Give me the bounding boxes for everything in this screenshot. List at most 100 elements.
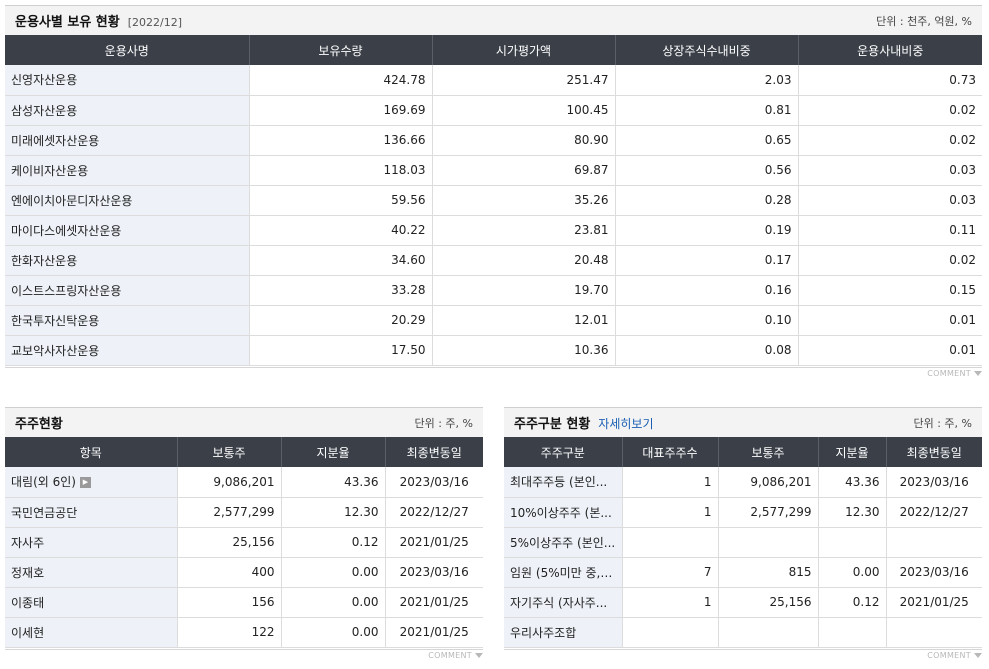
- table-cell: 25,156: [177, 527, 282, 558]
- row-label: 최대주주등 (본인...: [504, 467, 623, 498]
- table-cell: [818, 527, 887, 558]
- table-cell: 7: [622, 557, 719, 588]
- table-cell: 0.19: [615, 215, 799, 246]
- chevron-down-icon: [475, 653, 483, 658]
- column-header: 최종변동일: [385, 437, 483, 467]
- table-cell: 19.70: [432, 275, 616, 306]
- table-cell: 0.16: [615, 275, 799, 306]
- fund-comment-label: COMMENT: [927, 369, 971, 378]
- table-row: 케이비자산운용 118.03 69.87 0.56 0.03: [5, 155, 982, 186]
- table-cell: 0.03: [798, 155, 982, 186]
- column-header: 상장주식수내비중: [615, 35, 799, 65]
- row-label: 국민연금공단: [5, 497, 178, 528]
- table-cell: 0.12: [818, 587, 887, 618]
- row-label: 5%이상주주 (본인...: [504, 527, 623, 558]
- table-row: 마이다스에셋자산운용 40.22 23.81 0.19 0.11: [5, 215, 982, 246]
- table-cell: [886, 617, 982, 648]
- table-cell: 0.81: [615, 95, 799, 126]
- row-label-text: 교보악사자산운용: [11, 343, 100, 358]
- table-cell: 0.10: [615, 305, 799, 336]
- table-cell: 2021/01/25: [385, 587, 483, 618]
- table-cell: 0.03: [798, 185, 982, 216]
- column-header: 항목: [5, 437, 178, 467]
- row-label: 임원 (5%미만 중, ...: [504, 557, 623, 588]
- chevron-down-icon: [974, 653, 982, 658]
- table-cell: 0.15: [798, 275, 982, 306]
- column-header: 운용사내비중: [798, 35, 982, 65]
- row-label: 이세현: [5, 617, 178, 648]
- table-cell: 25,156: [718, 587, 819, 618]
- table-cell: 2023/03/16: [385, 467, 483, 498]
- table-cell: [718, 527, 819, 558]
- fund-section-header: 운용사별 보유 현황 [2022/12] 단위 : 천주, 억원, %: [5, 5, 982, 35]
- table-cell: 33.28: [249, 275, 433, 306]
- row-label: 10%이상주주 (본...: [504, 497, 623, 528]
- holder-comment-toggle[interactable]: COMMENT: [5, 649, 483, 663]
- table-cell: 9,086,201: [177, 467, 282, 498]
- table-cell: 0.17: [615, 245, 799, 276]
- table-cell: 2023/03/16: [886, 557, 982, 588]
- row-label-text: 최대주주등 (본인...: [510, 475, 608, 490]
- fund-section-title: 운용사별 보유 현황: [15, 15, 120, 30]
- table-cell: [886, 527, 982, 558]
- table-row: 임원 (5%미만 중, ... 7 815 0.00 2023/03/16: [504, 557, 982, 588]
- table-row: 자기주식 (자사주... 1 25,156 0.12 2021/01/25: [504, 587, 982, 618]
- row-label-text: 한화자산운용: [11, 253, 78, 268]
- view-details-link[interactable]: 자세히보기: [598, 417, 653, 431]
- table-cell: 1: [622, 587, 719, 618]
- holder-table: 항목 보통주 지분율 최종변동일 대림(외 6인) ▶ 9,086,201 43.36 202…: [5, 437, 483, 648]
- table-row: 정재호 400 0.00 2023/03/16: [5, 557, 483, 588]
- row-label-text: 정재호: [11, 565, 45, 580]
- row-label-text: 대림(외 6인): [11, 475, 76, 490]
- table-cell: 0.00: [281, 587, 386, 618]
- row-label: 엔에이치아문디자산운용: [5, 185, 250, 216]
- chevron-down-icon: [974, 371, 982, 376]
- table-row: 국민연금공단 2,577,299 12.30 2022/12/27: [5, 497, 483, 528]
- row-label: 미래에셋자산운용: [5, 125, 250, 156]
- row-label-text: 마이다스에셋자산운용: [11, 223, 122, 238]
- table-cell: 1: [622, 497, 719, 528]
- fund-table: 운용사명 보유수량 시가평가액 상장주식수내비중 운용사내비중 신영자산운용 424.78…: [5, 35, 982, 366]
- table-row: 우리사주조합: [504, 617, 982, 648]
- table-row: 엔에이치아문디자산운용 59.56 35.26 0.28 0.03: [5, 185, 982, 216]
- table-row: 자사주 25,156 0.12 2021/01/25: [5, 527, 483, 558]
- table-cell: [622, 617, 719, 648]
- category-section-title: 주주구분 현황: [514, 417, 591, 432]
- table-row: 삼성자산운용 169.69 100.45 0.81 0.02: [5, 95, 982, 126]
- row-label-text: 국민연금공단: [11, 505, 78, 520]
- table-cell: 2022/12/27: [385, 497, 483, 528]
- row-label: 삼성자산운용: [5, 95, 250, 126]
- table-cell: 0.65: [615, 125, 799, 156]
- table-row: 최대주주등 (본인... 1 9,086,201 43.36 2023/03/16: [504, 467, 982, 498]
- row-label: 신영자산운용: [5, 65, 250, 96]
- row-label-text: 10%이상주주 (본...: [510, 505, 612, 520]
- row-label-text: 자사주: [11, 535, 45, 550]
- table-cell: 400: [177, 557, 282, 588]
- table-cell: 2021/01/25: [385, 617, 483, 648]
- row-label: 자기주식 (자사주...: [504, 587, 623, 618]
- fund-comment-toggle[interactable]: COMMENT: [5, 367, 982, 381]
- row-label-text: 한국투자신탁운용: [11, 313, 100, 328]
- category-comment-toggle[interactable]: COMMENT: [504, 649, 982, 663]
- table-cell: 2023/03/16: [385, 557, 483, 588]
- table-row: 10%이상주주 (본... 1 2,577,299 12.30 2022/12/27: [504, 497, 982, 528]
- table-cell: 12.30: [818, 497, 887, 528]
- row-label-text: 케이비자산운용: [11, 163, 89, 178]
- table-cell: 251.47: [432, 65, 616, 96]
- row-label: 교보악사자산운용: [5, 335, 250, 366]
- table-cell: [718, 617, 819, 648]
- table-cell: 10.36: [432, 335, 616, 366]
- table-cell: 12.01: [432, 305, 616, 336]
- table-cell: 0.02: [798, 245, 982, 276]
- table-cell: 0.28: [615, 185, 799, 216]
- table-row: 한국투자신탁운용 20.29 12.01 0.10 0.01: [5, 305, 982, 336]
- row-label: 정재호: [5, 557, 178, 588]
- table-cell: 2023/03/16: [886, 467, 982, 498]
- play-icon[interactable]: ▶: [79, 477, 91, 489]
- row-label-text: 신영자산운용: [11, 73, 78, 88]
- table-cell: 2022/12/27: [886, 497, 982, 528]
- table-cell: 100.45: [432, 95, 616, 126]
- table-cell: 34.60: [249, 245, 433, 276]
- category-section-unit: 단위 : 주, %: [913, 416, 972, 430]
- holder-section-header: 주주현황 단위 : 주, %: [5, 407, 483, 437]
